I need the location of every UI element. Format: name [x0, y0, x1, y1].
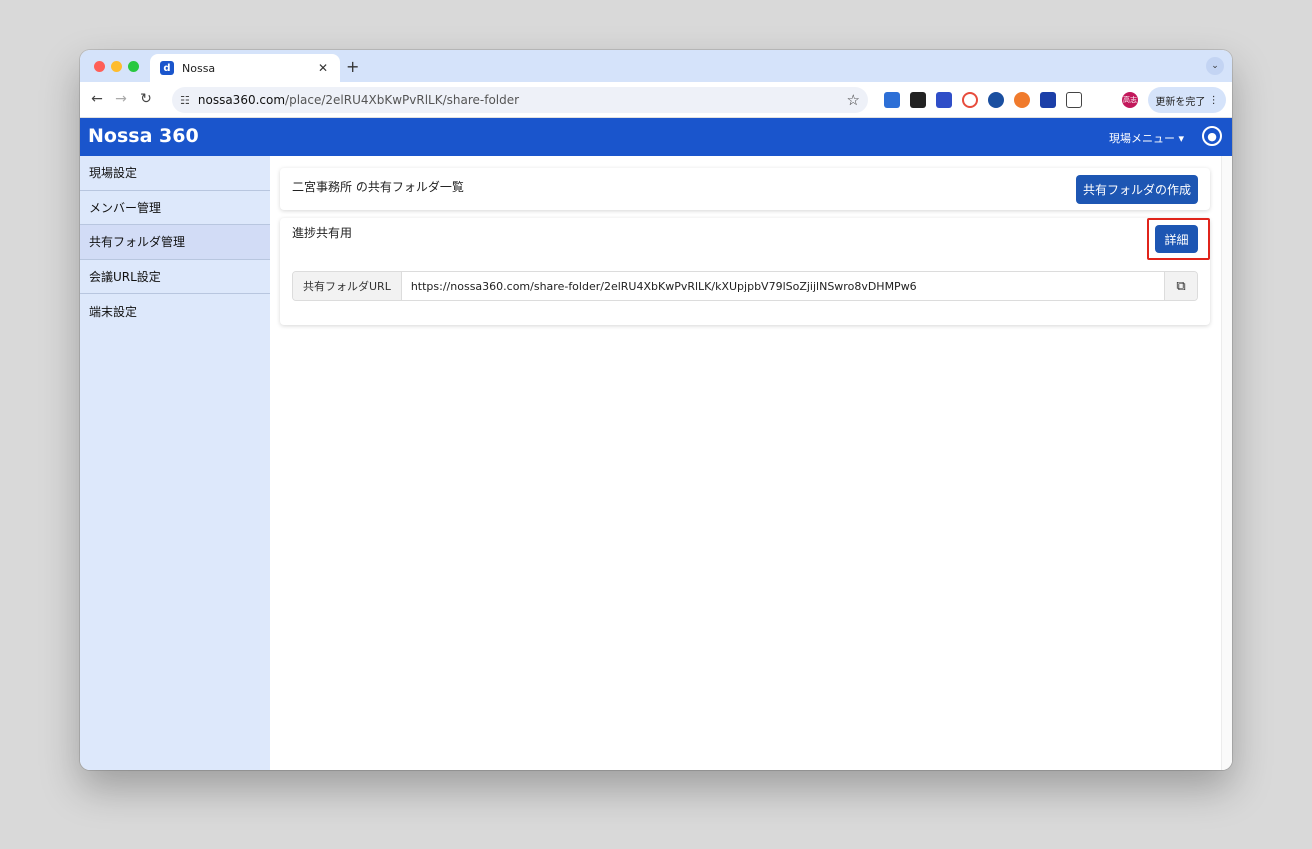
- sidebar-item-shared-folders[interactable]: 共有フォルダ管理: [80, 225, 270, 260]
- nossa-logo[interactable]: Nossa 360: [88, 125, 199, 147]
- extension-vimium-icon[interactable]: [884, 92, 900, 108]
- extension-orange-icon[interactable]: [1014, 92, 1030, 108]
- tab-title: Nossa: [182, 61, 216, 75]
- sidebar-item-label: 共有フォルダ管理: [89, 235, 186, 250]
- extension-record-icon[interactable]: [962, 92, 978, 108]
- update-button-label: 更新を完了: [1155, 96, 1206, 108]
- user-account-icon[interactable]: ●: [1202, 126, 1222, 146]
- sidebar: 現場設定 メンバー管理 共有フォルダ管理 会議URL設定 端末設定: [80, 156, 270, 770]
- create-shared-folder-button[interactable]: 共有フォルダの作成: [1076, 175, 1198, 204]
- new-tab-button[interactable]: +: [346, 57, 359, 76]
- extension-compass-icon[interactable]: [988, 92, 1004, 108]
- bookmark-star-icon[interactable]: ☆: [847, 91, 860, 109]
- sidebar-item-label: 会議URL設定: [89, 269, 161, 284]
- folder-name: 進捗共有用: [292, 226, 353, 240]
- scrollbar[interactable]: [1221, 156, 1232, 770]
- tab-close-icon[interactable]: ✕: [316, 61, 330, 75]
- tab-strip: d Nossa ✕ + ⌄: [80, 50, 1232, 82]
- url-path: /place/2elRU4XbKwPvRlLK/share-folder: [285, 93, 520, 107]
- browser-tab[interactable]: d Nossa ✕: [150, 54, 340, 82]
- forward-icon[interactable]: →: [112, 91, 130, 107]
- page-title: 二宮事務所 の共有フォルダ一覧: [292, 180, 464, 194]
- url-text[interactable]: nossa360.com/place/2elRU4XbKwPvRlLK/shar…: [198, 93, 847, 107]
- update-button[interactable]: 更新を完了 ⋮: [1148, 87, 1226, 113]
- sidebar-item-meeting-url[interactable]: 会議URL設定: [80, 260, 270, 294]
- sidebar-item-site-settings[interactable]: 現場設定: [80, 156, 270, 191]
- back-icon[interactable]: ←: [88, 91, 106, 107]
- extension-blue-icon[interactable]: [1040, 92, 1056, 108]
- nossa-favicon-icon: d: [160, 61, 174, 75]
- share-url-field[interactable]: https://nossa360.com/share-folder/2elRU4…: [402, 272, 1164, 300]
- extension-qr-icon[interactable]: [910, 92, 926, 108]
- app-header: Nossa 360 現場メニュー ▾ ●: [80, 118, 1232, 156]
- url-host: nossa360.com: [197, 93, 286, 107]
- share-url-label: 共有フォルダURL: [293, 272, 402, 300]
- extension-bitwarden-icon[interactable]: [936, 92, 952, 108]
- site-menu-dropdown[interactable]: 現場メニュー ▾: [1109, 130, 1184, 146]
- sidebar-item-devices[interactable]: 端末設定: [80, 294, 270, 329]
- address-bar[interactable]: ☷ nossa360.com/place/2elRU4XbKwPvRlLK/sh…: [172, 87, 868, 113]
- copy-icon[interactable]: ⧉: [1164, 272, 1197, 300]
- zoom-window-button[interactable]: [128, 61, 139, 72]
- profile-avatar[interactable]: 高志: [1122, 92, 1138, 108]
- sidebar-item-label: 端末設定: [89, 304, 138, 319]
- main-content: 二宮事務所 の共有フォルダ一覧 共有フォルダの作成 進捗共有用 詳細 共有フォル…: [270, 156, 1232, 770]
- sidebar-item-label: 現場設定: [89, 166, 138, 181]
- folder-list-header: 二宮事務所 の共有フォルダ一覧 共有フォルダの作成: [280, 168, 1210, 210]
- sidebar-item-members[interactable]: メンバー管理: [80, 191, 270, 225]
- sidebar-item-label: メンバー管理: [89, 200, 162, 215]
- reload-icon[interactable]: ↻: [137, 91, 155, 107]
- site-info-icon[interactable]: ☷: [180, 94, 190, 107]
- extensions-puzzle-icon[interactable]: [1066, 92, 1082, 108]
- close-window-button[interactable]: [94, 61, 105, 72]
- detail-button-highlight: [1147, 218, 1210, 260]
- shared-folder-card: 進捗共有用 詳細 共有フォルダURL https://nossa360.com/…: [280, 218, 1210, 325]
- share-url-group: 共有フォルダURL https://nossa360.com/share-fol…: [292, 271, 1198, 301]
- minimize-window-button[interactable]: [111, 61, 122, 72]
- tab-search-button[interactable]: ⌄: [1206, 57, 1224, 75]
- browser-toolbar: ← → ↻ ☷ nossa360.com/place/2elRU4XbKwPvR…: [80, 82, 1232, 118]
- browser-window: d Nossa ✕ + ⌄ ← → ↻ ☷ nossa360.com/place…: [80, 50, 1232, 770]
